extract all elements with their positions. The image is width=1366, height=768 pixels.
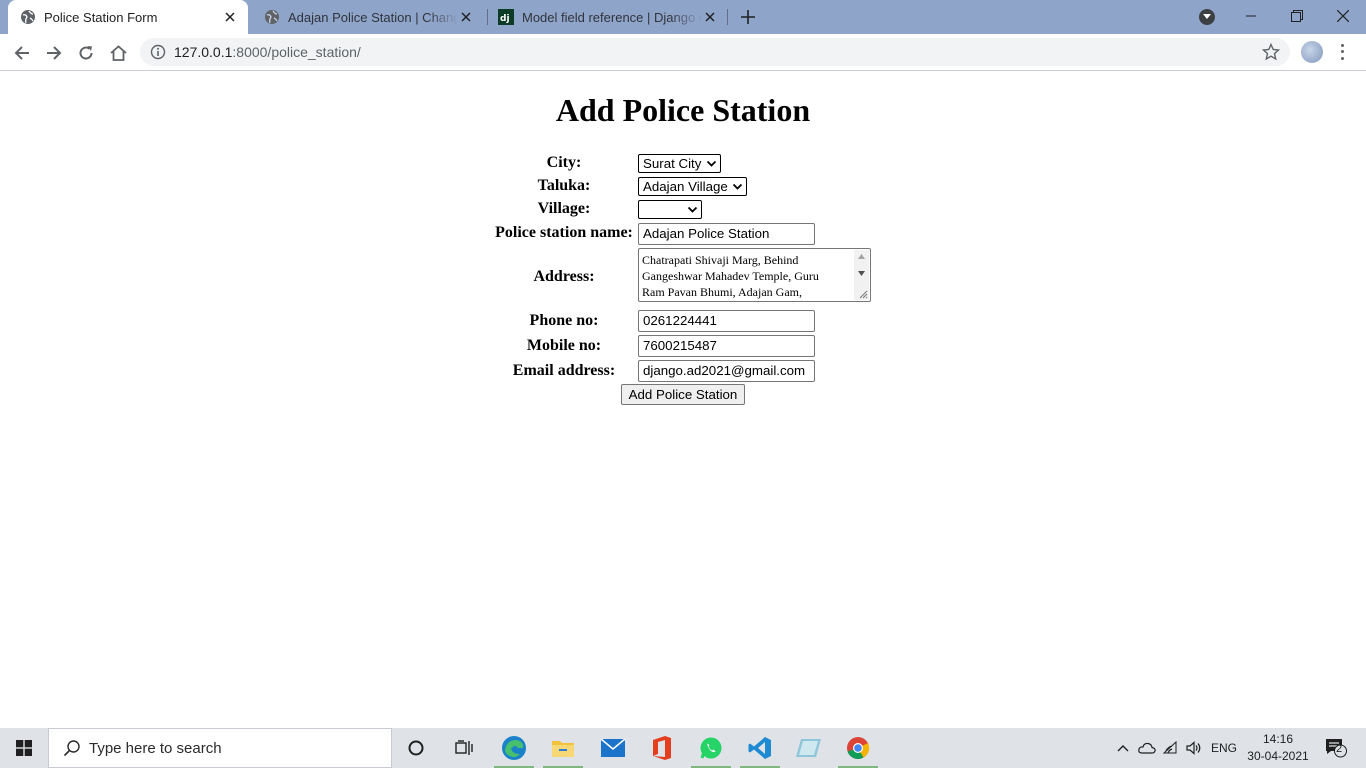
restore-button[interactable] bbox=[1274, 0, 1320, 32]
mobile-input[interactable]: 7600215487 bbox=[638, 335, 815, 357]
search-placeholder: Type here to search bbox=[89, 740, 222, 757]
windows-icon bbox=[16, 740, 32, 756]
mail-icon[interactable] bbox=[589, 728, 637, 768]
page-title: Add Police Station bbox=[555, 92, 811, 128]
taluka-select-value: Adajan Village bbox=[643, 179, 728, 194]
home-icon bbox=[109, 45, 127, 61]
globe-icon bbox=[21, 10, 35, 24]
station-name-input[interactable]: Adajan Police Station bbox=[638, 223, 815, 245]
taluka-select[interactable]: Adajan Village bbox=[638, 177, 747, 196]
city-label: City: bbox=[546, 154, 582, 171]
start-button[interactable] bbox=[0, 728, 48, 768]
address-label: Address: bbox=[533, 268, 595, 285]
edge-icon[interactable] bbox=[490, 728, 538, 768]
browser-toolbar: 127.0.0.1:8000/police_station/ bbox=[0, 34, 1366, 71]
bookmark-star-icon[interactable] bbox=[1262, 43, 1280, 61]
chevron-down-icon bbox=[706, 160, 717, 167]
tab-title: Police Station Form bbox=[44, 9, 158, 25]
vscode-icon[interactable] bbox=[736, 728, 784, 768]
restore-icon bbox=[1291, 10, 1303, 22]
chrome-menu-icon[interactable] bbox=[1334, 42, 1350, 62]
add-police-station-button[interactable]: Add Police Station bbox=[621, 384, 745, 405]
show-hidden-icons-icon[interactable] bbox=[1112, 728, 1134, 768]
file-explorer-icon[interactable] bbox=[539, 728, 587, 768]
cortana-icon[interactable] bbox=[392, 728, 440, 768]
django-icon: dj bbox=[498, 9, 514, 25]
clock-date: 30-04-2021 bbox=[1247, 749, 1309, 763]
search-icon bbox=[63, 740, 80, 757]
close-icon bbox=[1337, 10, 1349, 22]
chevron-down-icon bbox=[732, 183, 743, 190]
email-input[interactable]: django.ad2021@gmail.com bbox=[638, 360, 815, 382]
svg-text:dj: dj bbox=[500, 14, 510, 24]
plus-icon bbox=[741, 10, 755, 24]
tab-django-docs[interactable]: dj Model field reference | Django docume… bbox=[488, 0, 728, 34]
tab-adajan-police-station[interactable]: Adajan Police Station | Change police st… bbox=[252, 0, 484, 34]
village-select[interactable] bbox=[638, 200, 702, 219]
mobile-label: Mobile no: bbox=[526, 337, 602, 354]
taskbar-clock[interactable]: 14:16 30-04-2021 bbox=[1244, 731, 1312, 765]
minimize-icon bbox=[1246, 15, 1256, 17]
home-button[interactable] bbox=[105, 40, 131, 66]
notification-count: 2 bbox=[1336, 743, 1343, 755]
task-view-icon[interactable] bbox=[440, 728, 488, 768]
onedrive-icon[interactable] bbox=[1136, 728, 1158, 768]
tab-police-station-form[interactable]: Police Station Form bbox=[8, 0, 248, 34]
office-icon[interactable] bbox=[638, 728, 686, 768]
city-select[interactable]: Surat City bbox=[638, 154, 721, 173]
chevron-down-icon bbox=[687, 206, 698, 213]
url-path: :8000/police_station/ bbox=[232, 44, 361, 60]
address-text: Chatrapati Shivaji Marg, Behind Gangeshw… bbox=[642, 253, 819, 299]
close-tab-icon[interactable] bbox=[458, 9, 474, 25]
taluka-label: Taluka: bbox=[537, 177, 591, 194]
taskbar: Type here to search ENG 14:16 30-04-2021… bbox=[0, 728, 1366, 768]
arrow-left-icon bbox=[14, 46, 29, 60]
whatsapp-icon[interactable] bbox=[687, 728, 735, 768]
reload-icon bbox=[79, 46, 93, 60]
info-icon[interactable] bbox=[150, 44, 166, 60]
forward-button[interactable] bbox=[41, 40, 67, 66]
address-bar[interactable]: 127.0.0.1:8000/police_station/ bbox=[140, 38, 1290, 66]
action-center-button[interactable]: 2 bbox=[1318, 728, 1354, 768]
chevron-down-icon bbox=[1203, 14, 1211, 19]
clock-time: 14:16 bbox=[1262, 732, 1294, 746]
url-text: 127.0.0.1:8000/police_station/ bbox=[174, 44, 361, 60]
tab-title: Adajan Police Station | Change police st… bbox=[288, 9, 458, 25]
taskbar-search-box[interactable]: Type here to search bbox=[48, 728, 392, 768]
language-indicator[interactable]: ENG bbox=[1206, 728, 1242, 768]
village-label: Village: bbox=[537, 200, 591, 217]
app-icon[interactable] bbox=[785, 728, 833, 768]
globe-icon bbox=[265, 10, 279, 24]
volume-icon[interactable] bbox=[1183, 728, 1205, 768]
scroll-down-icon[interactable] bbox=[858, 271, 865, 276]
city-select-value: Surat City bbox=[643, 156, 702, 171]
tab-search-button[interactable] bbox=[1199, 9, 1215, 25]
profile-avatar[interactable] bbox=[1301, 41, 1323, 63]
station-name-label: Police station name: bbox=[495, 224, 633, 241]
close-tab-icon[interactable] bbox=[222, 9, 238, 25]
tab-separator bbox=[727, 9, 728, 25]
tab-strip: Police Station Form Adajan Police Statio… bbox=[0, 0, 1366, 34]
chrome-icon[interactable] bbox=[834, 728, 882, 768]
arrow-right-icon bbox=[47, 46, 62, 60]
wifi-icon[interactable] bbox=[1160, 728, 1182, 768]
page-content: Add Police Station City: Surat City Talu… bbox=[0, 72, 1366, 728]
new-tab-button[interactable] bbox=[738, 7, 758, 27]
tab-title: Model field reference | Django documenta… bbox=[522, 9, 702, 25]
url-host: 127.0.0.1 bbox=[174, 44, 233, 60]
address-textarea[interactable]: Chatrapati Shivaji Marg, Behind Gangeshw… bbox=[638, 248, 871, 302]
back-button[interactable] bbox=[9, 40, 35, 66]
email-label: Email address: bbox=[512, 362, 616, 379]
scroll-up-icon[interactable] bbox=[858, 254, 865, 259]
phone-label: Phone no: bbox=[529, 312, 599, 329]
minimize-button[interactable] bbox=[1228, 0, 1274, 32]
close-window-button[interactable] bbox=[1320, 0, 1366, 32]
close-tab-icon[interactable] bbox=[702, 9, 718, 25]
resize-handle-icon[interactable] bbox=[858, 289, 868, 299]
reload-button[interactable] bbox=[73, 40, 99, 66]
phone-input[interactable]: 0261224441 bbox=[638, 310, 815, 332]
